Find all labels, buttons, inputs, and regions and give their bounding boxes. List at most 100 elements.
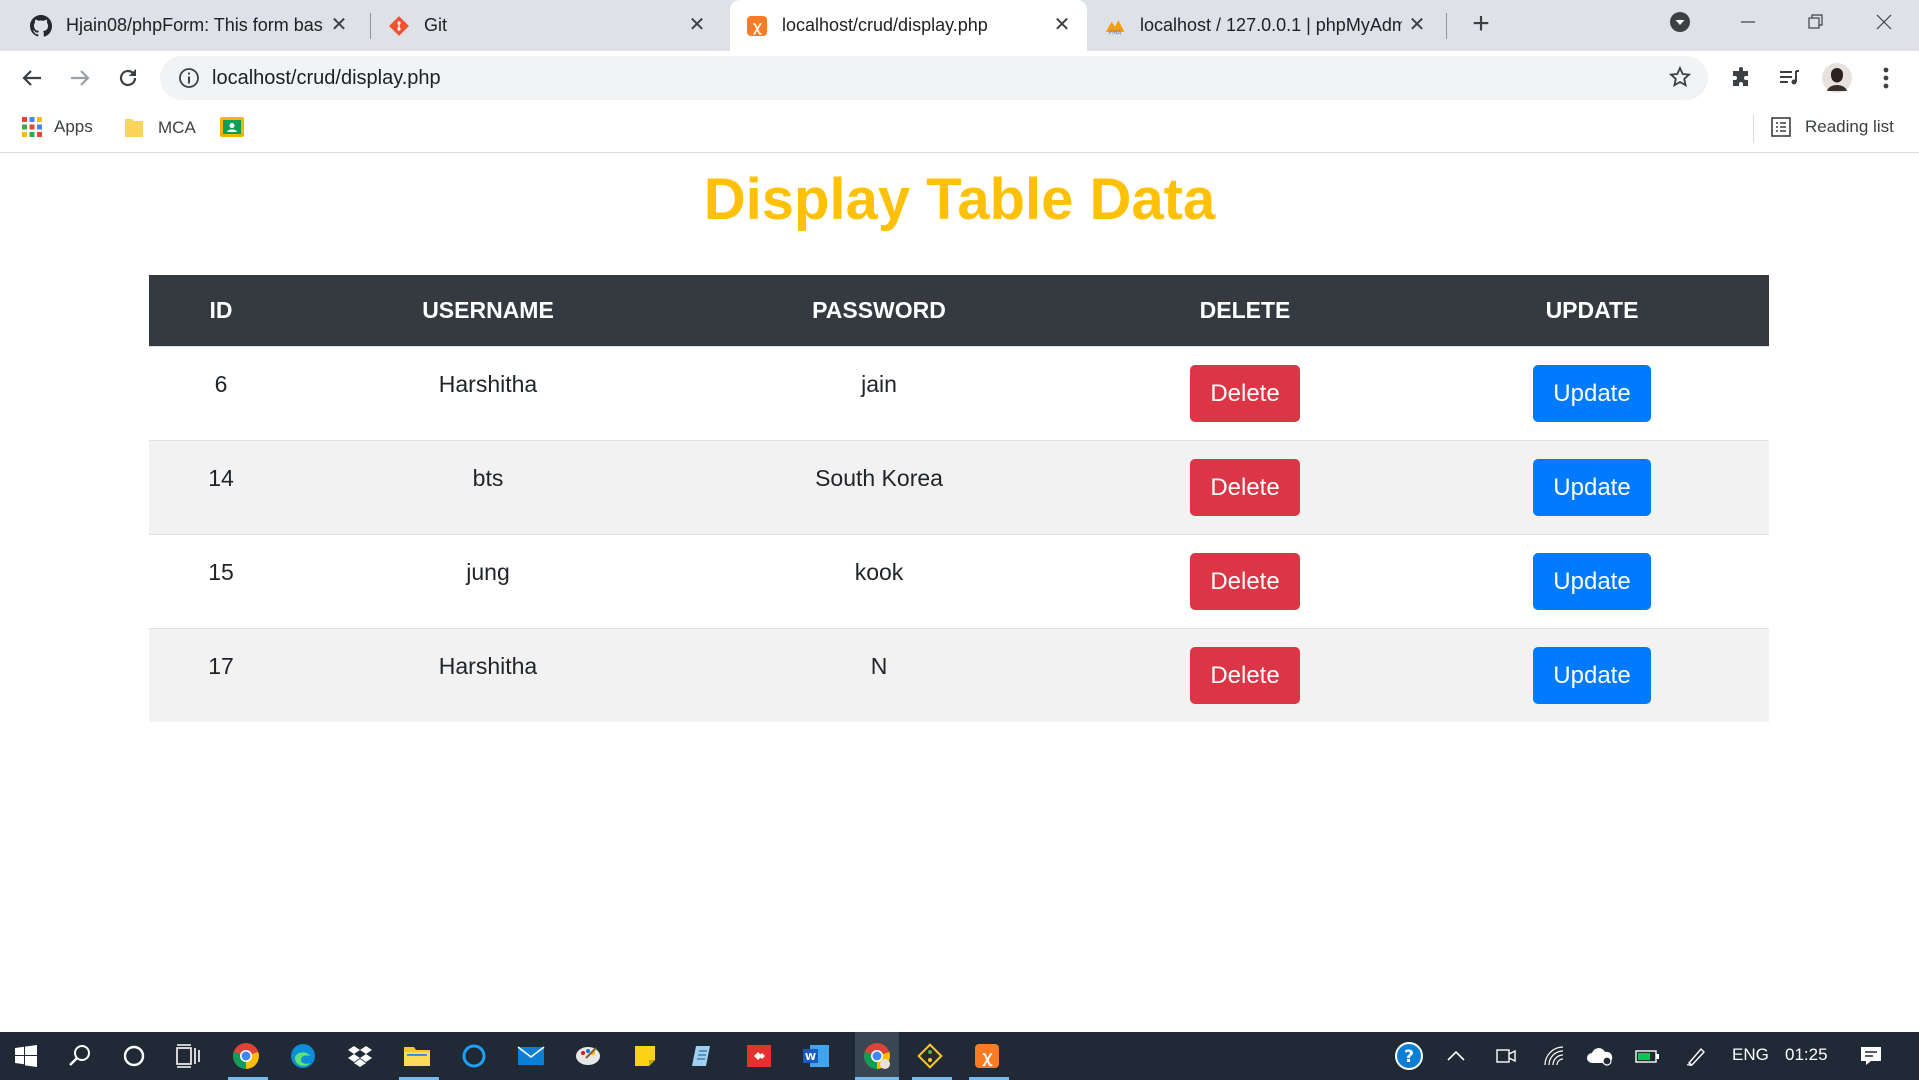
bookmark-star-icon[interactable]	[1668, 65, 1692, 94]
data-table: ID USERNAME PASSWORD DELETE UPDATE 6 Har…	[149, 275, 1769, 722]
update-button[interactable]: Update	[1533, 552, 1651, 610]
bookmarks-bar: Apps MCA Reading list	[0, 105, 1919, 153]
cortana-ring-icon[interactable]	[456, 1038, 492, 1074]
reading-list-label: Reading list	[1805, 117, 1894, 136]
url-text[interactable]: localhost/crud/display.php	[212, 67, 441, 90]
column-header-username: USERNAME	[293, 275, 683, 346]
bookmark-mca-folder[interactable]: MCA	[124, 117, 196, 139]
avatar[interactable]	[1822, 63, 1852, 93]
windows-start-icon[interactable]	[8, 1038, 44, 1074]
anydesk-icon[interactable]	[741, 1038, 777, 1074]
column-header-password: PASSWORD	[683, 275, 1075, 346]
column-header-delete: DELETE	[1075, 275, 1415, 346]
svg-text:W: W	[805, 1052, 816, 1063]
cell-username: Harshitha	[293, 627, 683, 722]
cell-delete: Delete	[1075, 345, 1415, 440]
paint-icon[interactable]	[570, 1038, 606, 1074]
tab-title: Git	[424, 15, 448, 35]
tab-github[interactable]: Hjain08/phpForm: This form basi ✕	[14, 0, 364, 51]
help-icon[interactable]: ?	[1391, 1038, 1427, 1074]
media-control-icon[interactable]	[1774, 63, 1804, 93]
cell-password: kook	[683, 533, 1075, 628]
task-view-icon[interactable]	[170, 1038, 206, 1074]
close-window-icon[interactable]	[1855, 0, 1913, 44]
battery-icon[interactable]	[1630, 1038, 1666, 1074]
address-bar[interactable]: localhost/crud/display.php	[160, 56, 1708, 100]
site-info-icon[interactable]	[178, 67, 200, 94]
notifications-icon[interactable]	[1853, 1038, 1889, 1074]
chrome-active-icon[interactable]	[855, 1032, 899, 1080]
close-tab-icon[interactable]: ✕	[1406, 14, 1428, 36]
cell-username: bts	[293, 439, 683, 534]
column-header-update: UPDATE	[1415, 275, 1769, 346]
svg-text:ꭓ: ꭓ	[752, 19, 762, 35]
cell-password: jain	[683, 345, 1075, 440]
close-tab-icon[interactable]: ✕	[1051, 14, 1073, 36]
navigation-bar: localhost/crud/display.php	[0, 51, 1919, 105]
close-tab-icon[interactable]: ✕	[328, 14, 350, 36]
new-tab-button[interactable]: +	[1466, 9, 1496, 40]
apps-grid-icon	[22, 117, 42, 137]
xampp-taskbar-icon[interactable]: ꭓ	[969, 1038, 1005, 1074]
table-row: 6 Harshitha jain Delete Update	[149, 345, 1769, 440]
sticky-notes-icon[interactable]	[627, 1038, 663, 1074]
chrome-icon[interactable]	[228, 1038, 264, 1074]
tab-phpmyadmin[interactable]: PMA localhost / 127.0.0.1 | phpMyAdm ✕	[1092, 0, 1442, 51]
cell-update: Update	[1415, 627, 1769, 722]
github-icon	[30, 14, 52, 37]
cell-password: N	[683, 627, 1075, 722]
xampp-icon: ꭓ	[746, 15, 768, 37]
edge-icon[interactable]	[285, 1038, 321, 1074]
file-explorer-icon[interactable]	[399, 1038, 435, 1074]
git-extension-icon[interactable]	[912, 1038, 948, 1074]
table-row: 15 jung kook Delete Update	[149, 533, 1769, 628]
delete-button[interactable]: Delete	[1190, 646, 1300, 704]
search-icon[interactable]	[62, 1038, 98, 1074]
chevron-up-icon[interactable]	[1438, 1038, 1474, 1074]
cell-update: Update	[1415, 345, 1769, 440]
menu-icon[interactable]	[1871, 63, 1901, 93]
wifi-icon[interactable]	[1536, 1038, 1572, 1074]
reading-list[interactable]: Reading list	[1771, 117, 1894, 137]
language-indicator[interactable]: ENG	[1732, 1045, 1769, 1065]
cell-id: 15	[149, 533, 293, 628]
update-button[interactable]: Update	[1533, 646, 1651, 704]
notepad-icon[interactable]	[684, 1038, 720, 1074]
tab-search-icon[interactable]	[1651, 0, 1709, 44]
table-row: 17 Harshitha N Delete Update	[149, 627, 1769, 722]
column-header-id: ID	[149, 275, 293, 346]
mail-icon[interactable]	[513, 1038, 549, 1074]
forward-icon[interactable]	[65, 63, 95, 93]
delete-button[interactable]: Delete	[1190, 364, 1300, 422]
svg-text:ꭓ: ꭓ	[982, 1047, 993, 1067]
onedrive-icon[interactable]	[1582, 1038, 1618, 1074]
tab-git[interactable]: Git ✕	[372, 0, 722, 51]
pen-icon[interactable]	[1678, 1038, 1714, 1074]
meet-now-icon[interactable]	[1488, 1038, 1524, 1074]
bookmark-classroom[interactable]	[220, 117, 244, 137]
clock[interactable]: 01:25	[1785, 1045, 1828, 1065]
phpmyadmin-icon: PMA	[1104, 15, 1126, 37]
back-icon[interactable]	[17, 63, 47, 93]
extensions-icon[interactable]	[1726, 63, 1756, 93]
page-title: Display Table Data	[703, 167, 1216, 232]
minimize-icon[interactable]	[1719, 0, 1777, 44]
close-tab-icon[interactable]: ✕	[686, 14, 708, 36]
word-icon[interactable]: W	[798, 1038, 834, 1074]
delete-button[interactable]: Delete	[1190, 458, 1300, 516]
cortana-icon[interactable]	[116, 1038, 152, 1074]
cell-id: 14	[149, 439, 293, 534]
tab-display-php[interactable]: ꭓ localhost/crud/display.php ✕	[730, 0, 1087, 51]
tab-strip: Hjain08/phpForm: This form basi ✕ Git ✕ …	[0, 0, 1919, 51]
restore-icon[interactable]	[1787, 0, 1845, 44]
cell-id: 6	[149, 345, 293, 440]
tab-title: localhost / 127.0.0.1 | phpMyAdm	[1140, 15, 1402, 35]
dropbox-icon[interactable]	[342, 1038, 378, 1074]
delete-button[interactable]: Delete	[1190, 552, 1300, 610]
reading-list-icon	[1771, 117, 1791, 137]
update-button[interactable]: Update	[1533, 458, 1651, 516]
update-button[interactable]: Update	[1533, 364, 1651, 422]
reload-icon[interactable]	[113, 63, 143, 93]
cell-delete: Delete	[1075, 439, 1415, 534]
bookmark-apps[interactable]: Apps	[22, 117, 93, 137]
